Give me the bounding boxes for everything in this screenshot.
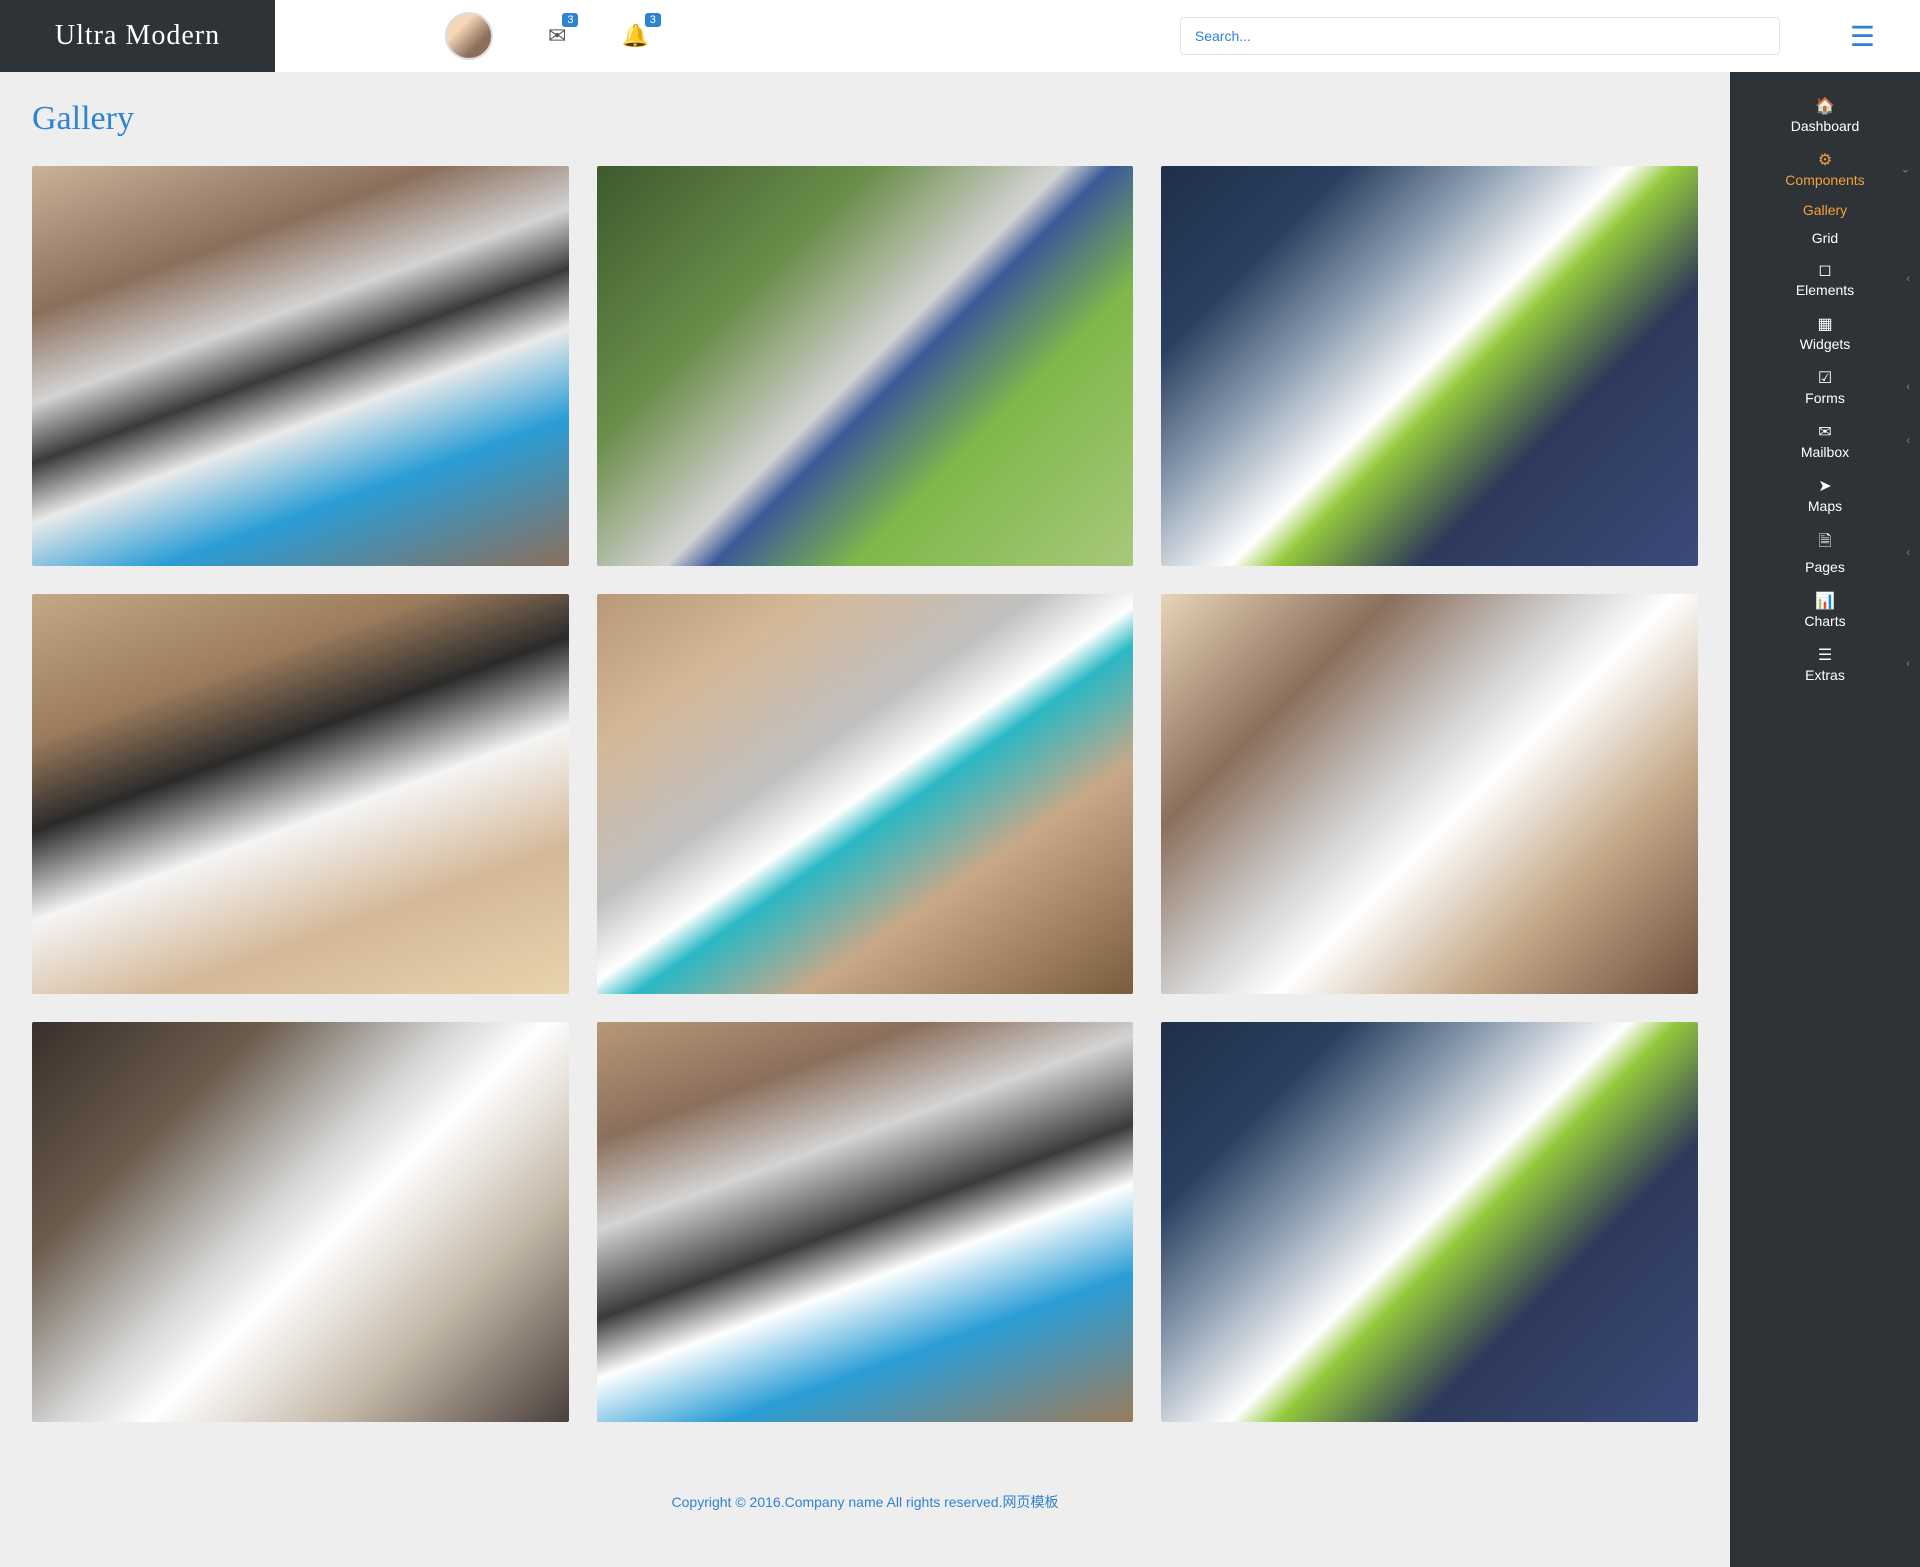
sidebar-item-label: Widgets (1800, 336, 1851, 352)
sidebar-item-label: Dashboard (1791, 118, 1860, 134)
header: Ultra Modern ✉ 3 🔔 3 ☰ (0, 0, 1920, 72)
sidebar-item-pages[interactable]: 🗎 Pages ‹ (1730, 522, 1920, 583)
sidebar-item-widgets[interactable]: ▦ Widgets (1730, 306, 1920, 360)
sidebar-item-components[interactable]: ⚙ Components ⌄ (1730, 142, 1920, 196)
search (1180, 17, 1780, 55)
chart-icon: 📊 (1730, 591, 1920, 611)
home-icon: 🏠 (1730, 96, 1920, 116)
sidebar-item-charts[interactable]: 📊 Charts (1730, 583, 1920, 637)
chevron-left-icon: ‹ (1906, 435, 1910, 447)
envelope-icon: ✉ (1730, 422, 1920, 442)
menu-toggle-icon[interactable]: ☰ (1850, 20, 1875, 53)
file-icon: 🗎 (1730, 530, 1920, 557)
main-content: Gallery Copyright © 2016.Company name Al… (0, 72, 1730, 1560)
sidebar-item-label: Components (1785, 172, 1864, 188)
mail-badge: 3 (562, 13, 578, 27)
sidebar-item-label: Grid (1812, 230, 1838, 246)
page-title: Gallery (32, 100, 1698, 138)
sidebar-sub-gallery[interactable]: Gallery (1730, 196, 1920, 224)
sidebar-item-mailbox[interactable]: ✉ Mailbox ‹ (1730, 414, 1920, 468)
chevron-left-icon: ‹ (1906, 273, 1910, 285)
sidebar-item-forms[interactable]: ☑ Forms ‹ (1730, 360, 1920, 414)
th-icon: ▦ (1730, 314, 1920, 334)
sidebar-item-label: Extras (1805, 667, 1845, 683)
gallery-item[interactable] (1161, 594, 1698, 994)
sidebar: 🏠 Dashboard ⚙ Components ⌄ Gallery Grid … (1730, 72, 1920, 1567)
gallery-item[interactable] (597, 166, 1134, 566)
gallery-item[interactable] (1161, 166, 1698, 566)
gallery-item[interactable] (597, 594, 1134, 994)
sidebar-item-label: Maps (1808, 498, 1842, 514)
chevron-down-icon: ⌄ (1901, 163, 1910, 176)
logo[interactable]: Ultra Modern (0, 0, 275, 72)
sidebar-item-extras[interactable]: ☰ Extras ‹ (1730, 637, 1920, 691)
location-icon: ➤ (1730, 476, 1920, 496)
chevron-left-icon: ‹ (1906, 658, 1910, 670)
gallery-item[interactable] (32, 166, 569, 566)
bell-badge: 3 (645, 13, 661, 27)
sidebar-item-label: Forms (1805, 390, 1845, 406)
sidebar-item-label: Mailbox (1801, 444, 1849, 460)
gallery-item[interactable] (597, 1022, 1134, 1422)
sidebar-item-elements[interactable]: ◻ Elements ‹ (1730, 252, 1920, 306)
gallery-grid (32, 166, 1698, 1422)
chevron-left-icon: ‹ (1906, 547, 1910, 559)
gallery-item[interactable] (32, 594, 569, 994)
square-icon: ◻ (1730, 260, 1920, 280)
sidebar-sub-grid[interactable]: Grid (1730, 224, 1920, 252)
check-icon: ☑ (1730, 368, 1920, 388)
gallery-item[interactable] (1161, 1022, 1698, 1422)
sidebar-item-label: Elements (1796, 282, 1854, 298)
sidebar-item-maps[interactable]: ➤ Maps (1730, 468, 1920, 522)
gallery-item[interactable] (32, 1022, 569, 1422)
sidebar-item-dashboard[interactable]: 🏠 Dashboard (1730, 88, 1920, 142)
sidebar-item-label: Pages (1805, 559, 1845, 575)
search-input[interactable] (1180, 17, 1780, 55)
bell-icon[interactable]: 🔔 3 (621, 23, 648, 49)
chevron-left-icon: ‹ (1906, 381, 1910, 393)
avatar[interactable] (445, 12, 493, 60)
footer: Copyright © 2016.Company name All rights… (32, 1472, 1698, 1532)
sidebar-item-label: Charts (1804, 613, 1845, 629)
sidebar-item-label: Gallery (1803, 202, 1847, 218)
mail-icon[interactable]: ✉ 3 (548, 23, 566, 49)
cogs-icon: ⚙ (1730, 150, 1920, 170)
list-icon: ☰ (1730, 645, 1920, 665)
